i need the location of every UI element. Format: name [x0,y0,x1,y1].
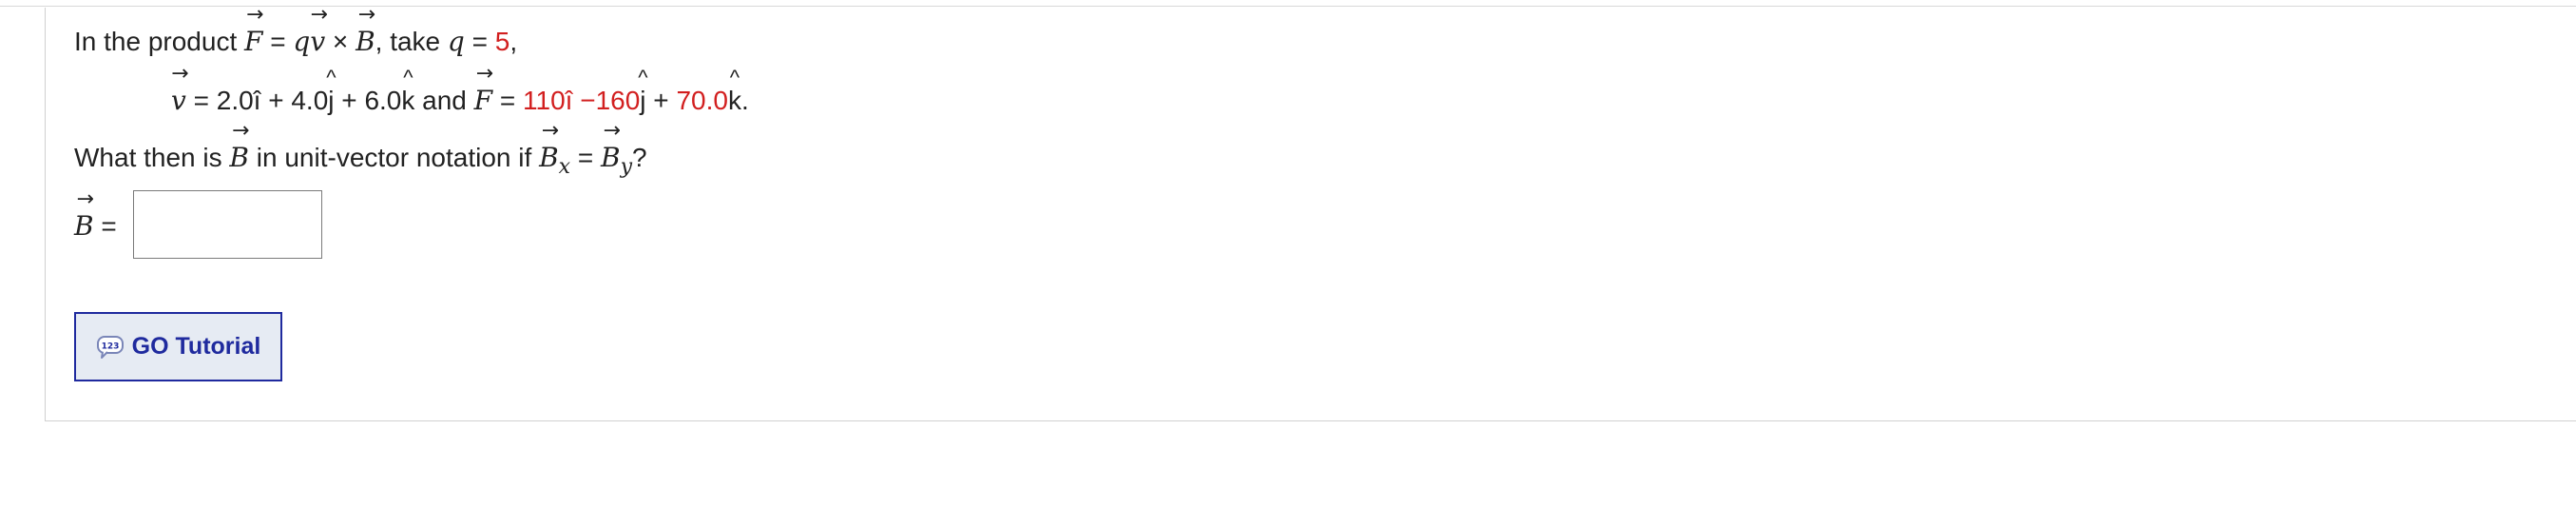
force-vector-symbol: F → [244,3,264,58]
go-tutorial-button[interactable]: 123 GO Tutorial [74,312,282,381]
svg-text:123: 123 [101,342,119,351]
page: In the product F → = qv → × B →, take q = 5… [0,0,2576,527]
question-panel [45,8,2576,421]
force-z-component: 70.0 [676,86,728,115]
velocity-vector-symbol: v → [171,62,189,117]
field-vector-symbol: B → [74,187,94,243]
intro-text: In the product [74,27,238,56]
question-line-2: v → = 2.0î + 4.0j ^ + 6.0k ^ and F → = 110î … [171,62,749,120]
velocity-components: 2.0î + 4.0 [216,86,329,115]
answer-input[interactable] [133,190,322,259]
answer-label: B → = [74,187,117,245]
go-tutorial-label: GO Tutorial [131,333,261,360]
tutorial-123-icon: 123 [96,334,125,361]
field-vector-symbol: B → [356,3,376,58]
force-x-component: 110î [523,86,573,115]
charge-symbol: q [293,26,311,57]
question-line-1: In the product F → = qv → × B →, take q = 5… [74,3,517,61]
top-divider [0,0,2576,7]
question-line-3: What then is B → in unit-vector notation … [74,119,647,180]
force-y-component: −160 [580,86,641,115]
velocity-vector-symbol: v → [310,3,328,58]
q-value: 5 [494,27,510,56]
field-vector-symbol: B → [229,119,250,174]
force-vector-symbol: F → [473,62,494,117]
